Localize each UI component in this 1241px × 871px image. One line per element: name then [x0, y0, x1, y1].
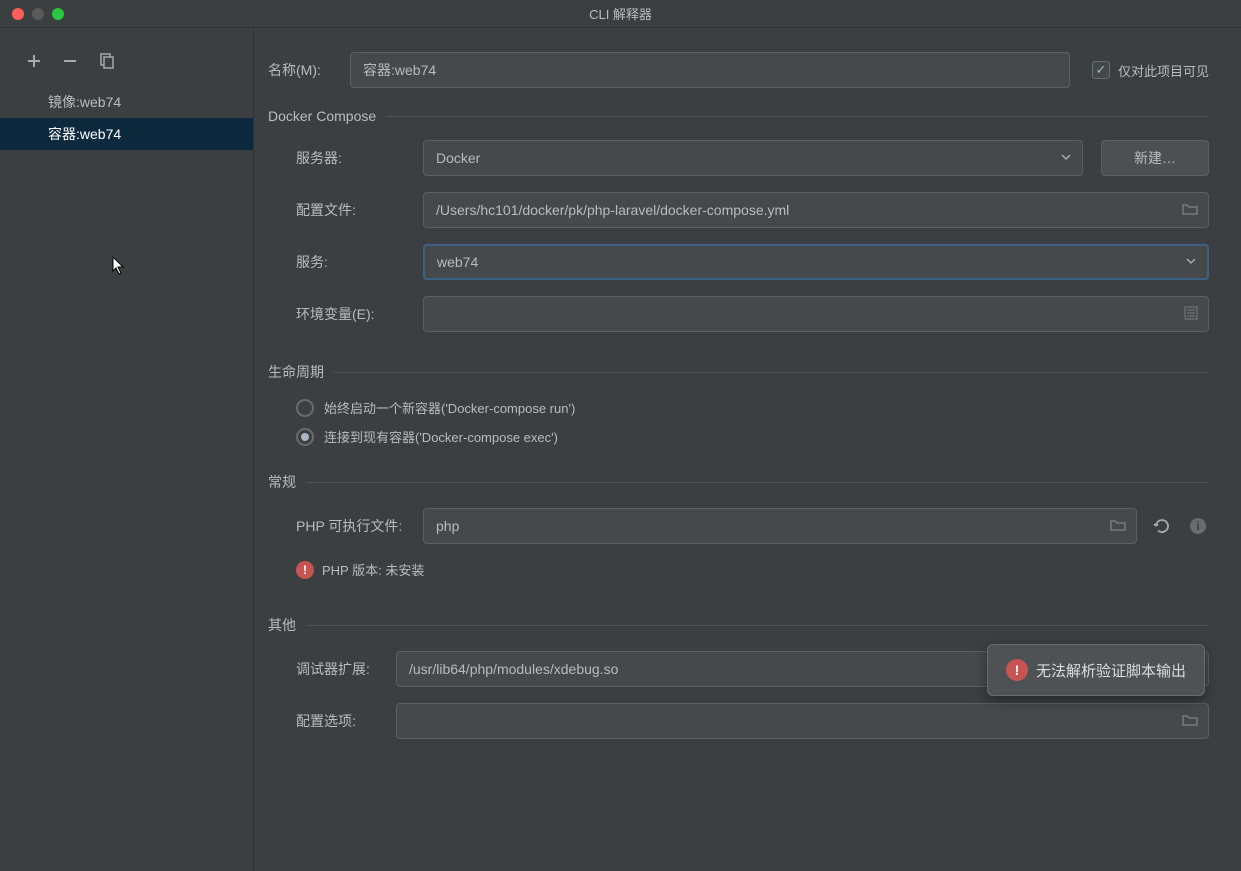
titlebar: CLI 解释器 — [0, 0, 1241, 28]
content-panel: 名称(M): 容器:web74 ✓ 仅对此项目可见 Docker Compose… — [254, 28, 1241, 871]
sidebar-item-label: 容器:web74 — [48, 126, 121, 142]
name-input[interactable]: 容器:web74 — [350, 52, 1070, 88]
chevron-down-icon — [1060, 150, 1072, 166]
php-version-row: ! PHP 版本: 未安装 — [268, 560, 1209, 579]
new-button[interactable]: 新建… — [1101, 140, 1209, 176]
config-opt-input[interactable] — [396, 703, 1209, 739]
general-section-header: 常规 — [268, 472, 1209, 492]
error-icon: ! — [1006, 659, 1028, 681]
config-label: 配置文件: — [268, 200, 423, 220]
error-tooltip: ! 无法解析验证脚本输出 — [987, 644, 1205, 696]
server-label: 服务器: — [268, 148, 423, 168]
name-label: 名称(M): — [268, 60, 350, 80]
radio-exec-label: 连接到现有容器('Docker-compose exec') — [324, 427, 558, 446]
sidebar-item-image[interactable]: 镜像:web74 — [0, 86, 253, 118]
service-dropdown[interactable]: web74 — [423, 244, 1209, 280]
minimize-window-button[interactable] — [32, 8, 44, 20]
folder-icon[interactable] — [1182, 202, 1198, 219]
chevron-down-icon — [1185, 254, 1197, 270]
tooltip-text: 无法解析验证脚本输出 — [1036, 660, 1186, 681]
info-icon[interactable]: i — [1187, 515, 1209, 537]
list-icon[interactable] — [1184, 306, 1198, 323]
reload-icon[interactable] — [1151, 515, 1173, 537]
cursor-icon — [112, 256, 128, 276]
sidebar: 镜像:web74 容器:web74 — [0, 28, 254, 871]
folder-icon[interactable] — [1110, 518, 1126, 535]
visible-only-checkbox[interactable]: ✓ 仅对此项目可见 — [1092, 61, 1209, 80]
config-file-input[interactable]: /Users/hc101/docker/pk/php-laravel/docke… — [423, 192, 1209, 228]
add-icon[interactable] — [26, 53, 44, 71]
other-section-header: 其他 — [268, 615, 1209, 635]
config-opt-label: 配置选项: — [268, 711, 396, 731]
radio-run[interactable]: 始终启动一个新容器('Docker-compose run') — [268, 398, 1209, 417]
php-exe-input[interactable]: php — [423, 508, 1137, 544]
sidebar-item-label: 镜像:web74 — [48, 94, 121, 110]
server-dropdown[interactable]: Docker — [423, 140, 1083, 176]
sidebar-item-container[interactable]: 容器:web74 — [0, 118, 253, 150]
svg-text:i: i — [1196, 519, 1199, 533]
radio-exec[interactable]: 连接到现有容器('Docker-compose exec') — [268, 427, 1209, 446]
copy-icon[interactable] — [98, 53, 116, 71]
window-title: CLI 解释器 — [589, 4, 652, 23]
env-input[interactable] — [423, 296, 1209, 332]
check-icon: ✓ — [1096, 62, 1107, 78]
debugger-label: 调试器扩展: — [268, 659, 396, 679]
close-window-button[interactable] — [12, 8, 24, 20]
php-version-label: PHP 版本: 未安装 — [322, 560, 424, 579]
docker-section-header: Docker Compose — [268, 108, 1209, 124]
visible-only-label: 仅对此项目可见 — [1118, 61, 1209, 80]
service-label: 服务: — [268, 252, 423, 272]
remove-icon[interactable] — [62, 53, 80, 71]
error-icon: ! — [296, 561, 314, 579]
lifecycle-section-header: 生命周期 — [268, 362, 1209, 382]
traffic-lights — [0, 8, 64, 20]
php-exe-label: PHP 可执行文件: — [268, 516, 423, 536]
maximize-window-button[interactable] — [52, 8, 64, 20]
folder-icon[interactable] — [1182, 713, 1198, 730]
radio-run-label: 始终启动一个新容器('Docker-compose run') — [324, 398, 575, 417]
env-label: 环境变量(E): — [268, 304, 423, 324]
